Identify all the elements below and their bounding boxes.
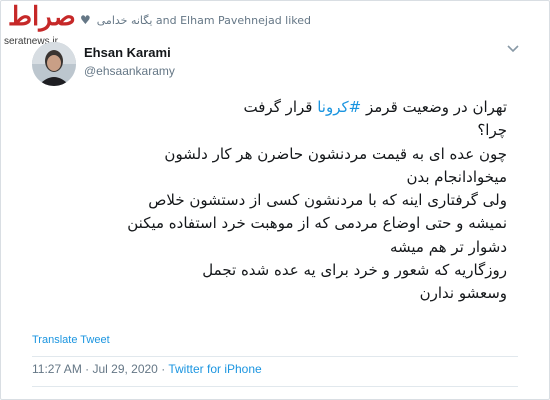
tweet-line-8: روزگاریه که شعور و خرد برای یه عده شده ت… — [202, 261, 507, 280]
translate-tweet-link[interactable]: Translate Tweet — [32, 334, 110, 346]
tweet-text: تهران در وضعیت قرمز #کرونا قرار گرفت چرا… — [32, 96, 507, 306]
author-name[interactable]: Ehsan Karami — [84, 45, 171, 60]
tweet-line-7: دشوار تر هم میشه — [389, 237, 507, 256]
tweet-timestamp[interactable]: 11:27 AM · Jul 29, 2020 · — [32, 362, 168, 376]
author-handle[interactable]: @ehsaankaramy — [84, 64, 175, 78]
divider — [32, 356, 518, 357]
tweet-line-3: چون عده ای به قیمت مردنشون حاضرن هر کار … — [164, 144, 507, 163]
tweet-line-6: نمیشه و حتی اوضاع مردمی که از موهبت خرد … — [127, 214, 507, 233]
chevron-down-icon[interactable] — [502, 40, 524, 58]
liked-by-row[interactable]: ♥ یگانه خدامی and Elham Pavehnejad liked — [80, 5, 311, 35]
avatar-image — [32, 42, 76, 86]
tweet-line-2: چرا؟ — [477, 121, 507, 140]
hashtag-link[interactable]: #کرونا — [317, 98, 361, 116]
liked-by-text[interactable]: یگانه خدامی and Elham Pavehnejad liked — [97, 14, 311, 27]
tweet-line-4: میخوادانجام بدن — [406, 167, 507, 186]
watermark-logo: صراط — [8, 2, 77, 32]
avatar[interactable] — [32, 42, 76, 86]
tweet-source-link[interactable]: Twitter for iPhone — [168, 362, 261, 376]
divider — [32, 386, 518, 387]
tweet-line-9: وسعشو ندارن — [419, 284, 507, 303]
tweet-line-5: ولی گرفتاری اینه که با مردنشون کسی از دس… — [148, 191, 507, 210]
tweet-meta: 11:27 AM · Jul 29, 2020 · Twitter for iP… — [32, 362, 262, 376]
tweet-line-1: تهران در وضعیت قرمز #کرونا قرار گرفت — [243, 98, 507, 116]
heart-icon: ♥ — [80, 13, 91, 27]
